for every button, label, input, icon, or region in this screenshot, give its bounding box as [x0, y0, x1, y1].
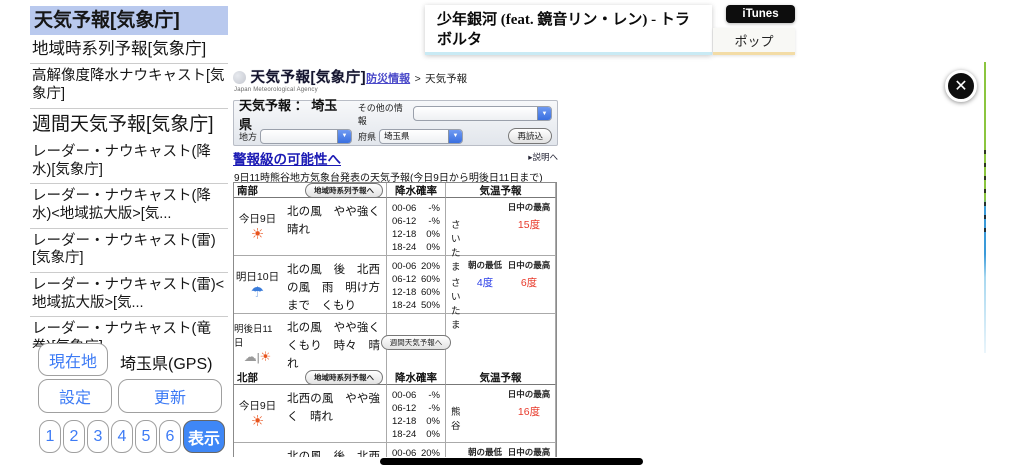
chevron-down-icon: ▼	[337, 129, 352, 143]
sun-icon: ☀	[250, 226, 265, 243]
forecast-text-cell: 北の風 やや強く 晴れ	[281, 198, 392, 256]
umbrella-icon: ☂	[250, 284, 265, 301]
forecast-text-cell: 北西の風 やや強く 晴れ	[281, 385, 387, 443]
precip-prob-cell: 00-06 -% 06-12 -% 12-18 0% 18-24 0%	[387, 385, 446, 443]
temp-cell	[446, 314, 556, 372]
webpage-header: 天気予報[気象庁]防災情報 > 天気予報	[233, 66, 558, 86]
chevron-down-icon: ▼	[537, 107, 551, 120]
sun-icon: ☀	[250, 413, 265, 430]
agency-english-name: Japan Meteorological Agency	[234, 87, 318, 93]
temp-forecast-header: 気温予報	[446, 370, 556, 385]
refresh-button[interactable]: 更新	[118, 379, 222, 413]
home-indicator[interactable]	[380, 458, 643, 465]
weekly-forecast-button[interactable]: 週間天気予報へ	[380, 335, 452, 350]
show-button[interactable]: 表示	[183, 420, 225, 453]
day-cell	[234, 443, 281, 457]
now-playing-banner[interactable]: 少年銀河 (feat. 鏡音リン・レン) - トラボルタ	[425, 5, 712, 55]
temp-cell: 日中の最高 熊谷 16度	[446, 385, 556, 443]
chevron-down-icon: ▼	[448, 129, 463, 143]
page-button-3[interactable]: 3	[87, 420, 109, 453]
day-cell: 明後日11日 ☁|☀	[234, 314, 281, 372]
genre-tag: ポップ	[713, 28, 795, 55]
day-cell: 今日9日 ☀	[234, 385, 281, 443]
sidebar-item-radar-kousui-kakudai[interactable]: レーダー・ナウキャスト(降水)<地域拡大版>[気...	[30, 184, 228, 229]
sidebar-item-radar-kousui[interactable]: レーダー・ナウキャスト(降水)[気象庁]	[30, 140, 228, 185]
close-button[interactable]: ✕	[945, 70, 977, 102]
timeseries-button[interactable]: 地域時系列予報へ	[305, 369, 383, 385]
region-label: 地方	[239, 131, 258, 142]
sun-icon: ☀	[259, 349, 272, 364]
forecast-text-cell: 北の風 やや強く くもり 時々 晴れ	[281, 314, 392, 372]
sidebar-item-chiiki-jikeiretsu[interactable]: 地域時系列予報[気象庁]	[30, 35, 228, 65]
forecast-region-title: 天気予報 ： 埼玉県	[239, 97, 338, 132]
song-title: 少年銀河 (feat. 鏡音リン・レン) - トラボルタ	[437, 12, 690, 48]
other-info-label: その他の情報	[357, 102, 403, 126]
breadcrumb-current: 天気予報	[425, 73, 468, 85]
sidebar-item-shuukan-tenki[interactable]: 週間天気予報[気象庁]	[30, 109, 228, 140]
forecast-text-cell: 北の風 後 北西の風 雨 明け方 まで くもり	[281, 256, 392, 314]
page-button-5[interactable]: 5	[135, 420, 157, 453]
close-icon: ✕	[954, 78, 968, 95]
bousai-info-link[interactable]: 防災情報	[366, 73, 410, 85]
sidebar-item-radar-kaminari-kakudai[interactable]: レーダー・ナウキャスト(雷)<地域拡大版>[気...	[30, 273, 228, 318]
forecast-control-panel: 天気予報 ： 埼玉県 その他の情報 ▼ 地方 ▼ 府県 埼玉県 ▼ 再読込	[233, 98, 558, 146]
jma-logo-icon	[233, 71, 246, 84]
other-info-select[interactable]: ▼	[412, 106, 552, 121]
page-button-6[interactable]: 6	[159, 420, 181, 453]
region-header: 北部	[237, 371, 258, 384]
day-cell: 今日9日 ☀	[234, 198, 281, 256]
page-button-1[interactable]: 1	[39, 420, 61, 453]
temp-cell: 朝の最低 日中の最高 さいたま 4度 6度	[446, 256, 556, 331]
reload-button[interactable]: 再読込	[508, 128, 552, 144]
forecast-table-north: 北部 地域時系列予報へ 降水確率 気温予報 今日9日 ☀ 北西の風 やや強く 晴…	[233, 369, 557, 457]
sidebar-item-tenki-yohou[interactable]: 天気予報[気象庁]	[30, 6, 228, 36]
warning-level-link[interactable]: 警報級の可能性へ	[233, 152, 341, 167]
region-header: 南部	[237, 184, 258, 197]
sidebar-item-radar-kaminari[interactable]: レーダー・ナウキャスト(雷)[気象庁]	[30, 229, 228, 273]
timeseries-button[interactable]: 地域時系列予報へ	[305, 182, 383, 198]
region-select[interactable]: ▼	[260, 128, 353, 144]
forecast-table-south: 南部 地域時系列予報へ 降水確率 気温予報 今日9日 ☀ 北の風 やや強く 晴れ…	[233, 182, 557, 373]
cloud-icon: ☁	[243, 349, 257, 364]
forecast-text-cell: 北の風 後 北西の	[281, 443, 387, 457]
jma-webview: 天気予報[気象庁]防災情報 > 天気予報 Japan Meteorologica…	[233, 62, 653, 457]
settings-button[interactable]: 設定	[38, 379, 112, 413]
temp-cell: 日中の最高 さいたま 15度	[446, 198, 556, 273]
sidebar-item-koukaizoudo-nowcast[interactable]: 高解像度降水ナウキャスト[気象庁]	[30, 64, 228, 109]
page-edge-strip-dashes	[984, 150, 986, 240]
gps-location-value: 埼玉県(GPS)	[120, 356, 213, 373]
page-title-overlay: 天気予報[気象庁]	[250, 70, 367, 86]
page-button-2[interactable]: 2	[63, 420, 85, 453]
precip-prob-header: 降水確率	[387, 183, 446, 198]
temp-forecast-header: 気温予報	[446, 183, 556, 198]
precip-prob-cell: 週間天気予報へ	[380, 314, 452, 372]
app-window: 天気予報[気象庁] 地域時系列予報[気象庁] 高解像度降水ナウキャスト[気象庁]…	[0, 0, 1024, 473]
forecast-menu-list: 天気予報[気象庁] 地域時系列予報[気象庁] 高解像度降水ナウキャスト[気象庁]…	[30, 6, 228, 348]
precip-prob-header: 降水確率	[387, 370, 446, 385]
breadcrumb-separator: >	[414, 73, 421, 85]
temp-cell: 朝の最低 日中の最高	[446, 443, 556, 457]
warning-row: 警報級の可能性へ ▸説明へ	[233, 148, 558, 167]
day-cell: 明日10日 ☂	[234, 256, 281, 314]
precip-prob-cell: 00-06 20%	[387, 443, 446, 457]
page-button-4[interactable]: 4	[111, 420, 133, 453]
explain-link[interactable]: ▸説明へ	[528, 151, 558, 163]
prefecture-label: 府県	[358, 131, 377, 142]
current-location-button[interactable]: 現在地	[38, 343, 108, 376]
prefecture-value: 埼玉県	[384, 131, 410, 141]
prefecture-select[interactable]: 埼玉県 ▼	[379, 128, 464, 144]
precip-prob-cell: 00-06 -% 06-12 -% 12-18 0% 18-24 0%	[387, 198, 446, 256]
precip-prob-cell: 00-06 20% 06-12 60% 12-18 60% 18-24 50%	[387, 256, 446, 314]
itunes-badge: iTunes	[726, 5, 795, 23]
